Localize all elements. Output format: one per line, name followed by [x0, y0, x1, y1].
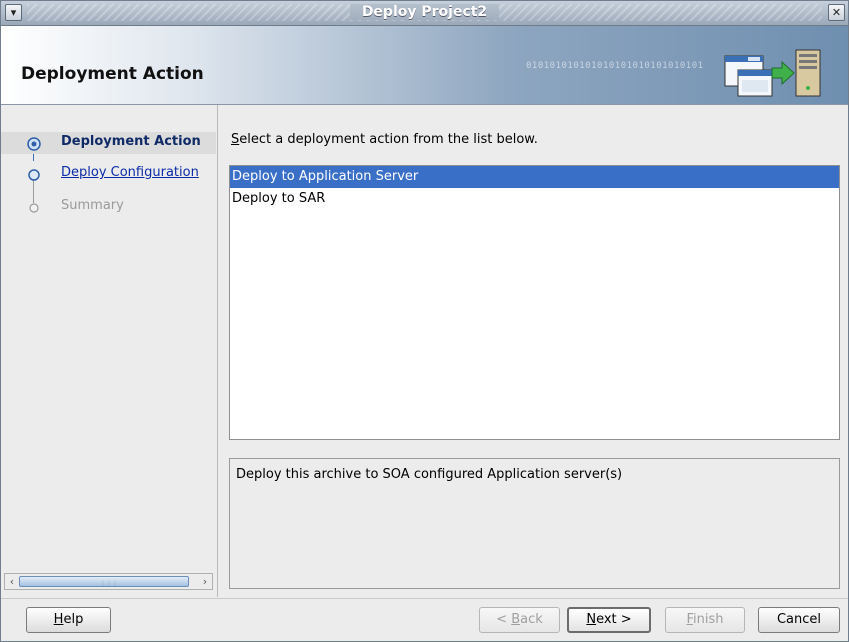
instruction-text: Select a deployment action from the list…: [231, 132, 538, 147]
action-description: Deploy this archive to SOA configured Ap…: [229, 458, 840, 589]
window-menu-icon[interactable]: ▾: [5, 4, 22, 21]
deploy-dialog: Deploy Project2 ▾ ✕ 01010101010101010101…: [0, 0, 849, 642]
banner-decoration: 010101010101010101010101010101: [526, 61, 704, 71]
close-icon[interactable]: ✕: [828, 4, 845, 21]
window-title: Deploy Project2: [1, 4, 848, 20]
deployment-action-list[interactable]: Deploy to Application Server Deploy to S…: [229, 165, 840, 440]
nav-label: Deployment Action: [61, 134, 201, 149]
deploy-to-server-icon: [724, 49, 821, 97]
list-item[interactable]: Deploy to Application Server: [230, 166, 839, 188]
panel-divider: [217, 105, 218, 597]
back-button[interactable]: < Back: [479, 607, 560, 633]
grip-icon: ⋮⋮⋮: [100, 580, 118, 587]
header-banner: 010101010101010101010101010101 Deploymen…: [1, 26, 848, 105]
help-button[interactable]: Help: [26, 607, 111, 633]
cancel-button[interactable]: Cancel: [758, 607, 840, 633]
step-icon: [28, 169, 40, 181]
nav-item-summary: Summary: [1, 196, 216, 218]
page-title: Deployment Action: [21, 64, 204, 84]
nav-item-deploy-configuration[interactable]: Deploy Configuration: [1, 163, 216, 185]
list-item[interactable]: Deploy to SAR: [230, 188, 839, 210]
wizard-nav: Deployment Action Deploy Configuration S…: [1, 105, 216, 605]
pending-step-icon: [29, 203, 39, 213]
scroll-left-icon[interactable]: ‹: [5, 574, 19, 589]
scrollbar-thumb[interactable]: ⋮⋮⋮: [19, 576, 189, 587]
current-step-icon: [27, 137, 41, 151]
finish-button[interactable]: Finish: [665, 607, 745, 633]
next-button[interactable]: Next >: [567, 607, 651, 633]
title-bar[interactable]: Deploy Project2 ▾ ✕: [1, 1, 848, 26]
scroll-right-icon[interactable]: ›: [198, 574, 212, 589]
nav-label: Summary: [61, 198, 124, 213]
nav-horizontal-scrollbar[interactable]: ‹ ⋮⋮⋮ ›: [4, 573, 213, 590]
nav-label: Deploy Configuration: [61, 165, 199, 180]
footer-divider: [1, 598, 848, 599]
nav-item-deployment-action[interactable]: Deployment Action: [1, 132, 216, 154]
